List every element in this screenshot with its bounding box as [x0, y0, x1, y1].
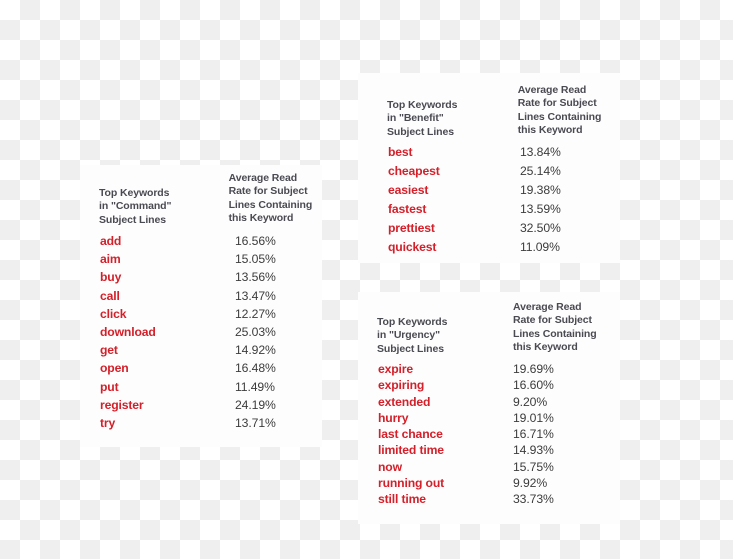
keyword-cell: now: [378, 459, 402, 474]
keyword-cell: fastest: [388, 202, 427, 217]
table-row: extended 9.20%: [358, 395, 620, 411]
keyword-cell: still time: [378, 492, 426, 507]
table-body: expire 19.69% expiring 16.60% extended 9.20% h…: [358, 362, 620, 509]
keyword-cell: cheapest: [388, 164, 440, 179]
table-row: hurry 19.01%: [358, 411, 620, 427]
table-row: still time 33.73%: [358, 492, 620, 508]
keyword-cell: running out: [378, 476, 445, 491]
column-header-keyword: Top Keywords in "Command" Subject Lines: [99, 187, 172, 226]
table-row: buy 13.56%: [80, 270, 322, 288]
read-rate-cell: 15.05%: [235, 252, 276, 267]
read-rate-cell: 32.50%: [520, 221, 561, 236]
read-rate-cell: 16.48%: [235, 361, 276, 376]
table-row: expire 19.69%: [358, 362, 620, 378]
table-row: call 13.47%: [80, 289, 322, 307]
read-rate-cell: 12.27%: [235, 306, 276, 321]
table-row: download 25.03%: [80, 325, 322, 343]
table-row: easiest 19.38%: [358, 183, 620, 202]
read-rate-cell: 13.84%: [520, 145, 561, 159]
column-header-keyword: Top Keywords in "Urgency" Subject Lines: [377, 316, 448, 355]
table-row: click 12.27%: [80, 307, 322, 325]
read-rate-cell: 13.56%: [235, 270, 276, 285]
read-rate-cell: 19.69%: [513, 362, 554, 376]
table-row: prettiest 32.50%: [358, 221, 620, 240]
read-rate-cell: 16.60%: [513, 378, 554, 393]
table-row: now 15.75%: [358, 460, 620, 476]
read-rate-cell: 13.47%: [235, 288, 276, 303]
keyword-cell: aim: [100, 252, 121, 267]
read-rate-cell: 13.71%: [235, 415, 276, 430]
read-rate-cell: 15.75%: [513, 459, 554, 474]
table-row: try 13.71%: [80, 416, 322, 434]
table-row: expiring 16.60%: [358, 378, 620, 394]
read-rate-cell: 25.14%: [520, 164, 561, 179]
table-header-row: Top Keywords in "Benefit" Subject Lines …: [358, 84, 620, 139]
keyword-cell: prettiest: [388, 221, 435, 236]
table-row: limited time 14.93%: [358, 443, 620, 459]
keyword-card-command: Top Keywords in "Command" Subject Lines …: [80, 165, 322, 447]
table-row: add 16.56%: [80, 234, 322, 252]
read-rate-cell: 24.19%: [235, 397, 276, 412]
read-rate-cell: 33.73%: [513, 492, 554, 507]
table-body: add 16.56% aim 15.05% buy 13.56% call 13.47% cli…: [80, 234, 322, 434]
keyword-cell: buy: [100, 270, 122, 285]
column-header-keyword: Top Keywords in "Benefit" Subject Lines: [387, 99, 458, 138]
table-row: fastest 13.59%: [358, 202, 620, 221]
table-row: running out 9.92%: [358, 476, 620, 492]
keyword-cell: get: [100, 343, 118, 358]
read-rate-cell: 14.93%: [513, 443, 554, 458]
column-header-read-rate: Average Read Rate for Subject Lines Cont…: [228, 172, 313, 225]
keyword-cell: easiest: [388, 183, 429, 198]
table-row: best 13.84%: [358, 145, 620, 164]
keyword-cell: best: [388, 145, 413, 159]
read-rate-cell: 16.71%: [513, 427, 554, 442]
table-row: aim 15.05%: [80, 252, 322, 270]
read-rate-cell: 19.01%: [513, 410, 554, 425]
read-rate-cell: 9.92%: [513, 476, 548, 491]
table-row: open 16.48%: [80, 361, 322, 379]
keyword-cell: click: [100, 306, 127, 321]
read-rate-cell: 9.20%: [513, 394, 548, 409]
read-rate-cell: 11.49%: [235, 379, 275, 394]
keyword-cell: limited time: [378, 443, 444, 458]
read-rate-cell: 16.56%: [235, 234, 276, 248]
keyword-cell: hurry: [378, 410, 409, 425]
keyword-cell: expiring: [378, 378, 425, 393]
keyword-cell: expire: [378, 362, 414, 376]
keyword-cell: last chance: [378, 427, 443, 442]
keyword-cell: extended: [378, 394, 431, 409]
keyword-cell: register: [100, 397, 144, 412]
keyword-cell: download: [100, 324, 156, 339]
keyword-cell: call: [100, 288, 120, 303]
table-row: quickest 11.09%: [358, 240, 620, 259]
keyword-card-benefit: Top Keywords in "Benefit" Subject Lines …: [358, 73, 620, 263]
read-rate-cell: 14.92%: [235, 343, 276, 358]
read-rate-cell: 25.03%: [235, 324, 276, 339]
keyword-cell: try: [100, 415, 116, 430]
table-row: last chance 16.71%: [358, 427, 620, 443]
table-row: register 24.19%: [80, 398, 322, 416]
transparency-canvas: { "theme": { "keyword_color": "#d3202a",…: [0, 0, 733, 559]
keyword-cell: quickest: [388, 240, 437, 255]
keyword-card-urgency: Top Keywords in "Urgency" Subject Lines …: [358, 292, 620, 524]
table-body: best 13.84% cheapest 25.14% easiest 19.38% fas…: [358, 145, 620, 260]
read-rate-cell: 19.38%: [520, 183, 561, 198]
read-rate-cell: 13.59%: [520, 202, 561, 217]
column-header-read-rate: Average Read Rate for Subject Lines Cont…: [513, 301, 597, 354]
table-header-row: Top Keywords in "Urgency" Subject Lines …: [358, 301, 620, 356]
column-header-read-rate: Average Read Rate for Subject Lines Cont…: [517, 84, 602, 137]
table-header-row: Top Keywords in "Command" Subject Lines …: [80, 172, 322, 227]
keyword-cell: open: [100, 361, 129, 376]
table-row: get 14.92%: [80, 343, 322, 361]
keyword-cell: add: [100, 234, 122, 248]
table-row: put 11.49%: [80, 380, 322, 398]
read-rate-cell: 11.09%: [520, 240, 560, 255]
table-row: cheapest 25.14%: [358, 164, 620, 183]
keyword-cell: put: [100, 379, 119, 394]
